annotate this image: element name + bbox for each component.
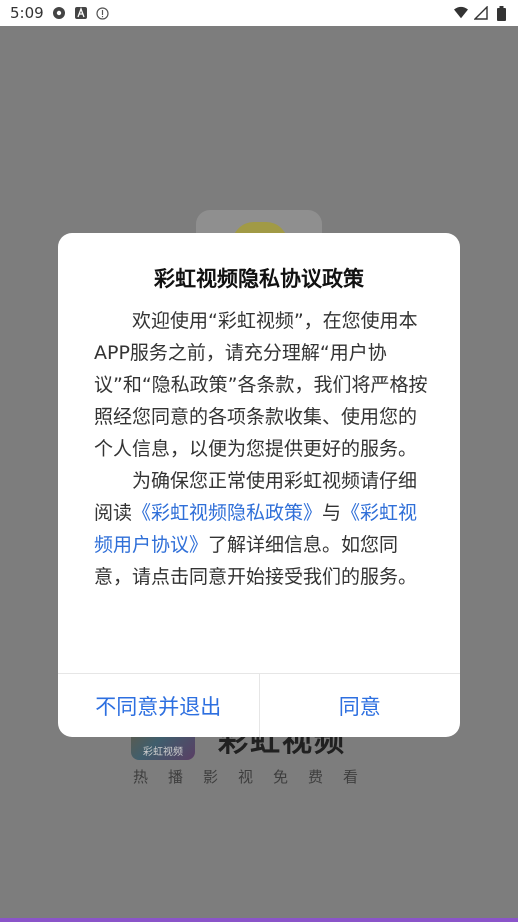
app-slogan: 热播影视免费看 xyxy=(133,768,379,786)
text-a-icon xyxy=(74,6,88,20)
agree-button[interactable]: 同意 xyxy=(260,674,461,737)
dialog-paragraph-links: 为确保您正常使用彩虹视频请仔细阅读《彩虹视频隐私政策》与《彩虹视频用户协议》了解… xyxy=(94,465,434,593)
privacy-dialog: 彩虹视频隐私协议政策 欢迎使用“彩虹视频”，在您使用本APP服务之前，请充分理解… xyxy=(58,233,460,737)
dialog-title: 彩虹视频隐私协议政策 xyxy=(154,267,364,291)
privacy-policy-link[interactable]: 《彩虹视频隐私政策》 xyxy=(132,502,322,524)
signal-icon xyxy=(474,6,488,20)
disagree-exit-button[interactable]: 不同意并退出 xyxy=(58,674,260,737)
and-text: 与 xyxy=(322,502,342,524)
status-bar: 5:09 xyxy=(0,0,518,26)
dialog-body: 欢迎使用“彩虹视频”，在您使用本APP服务之前，请充分理解“用户协议”和“隐私政… xyxy=(94,305,434,593)
wifi-icon xyxy=(454,6,468,20)
battery-icon xyxy=(494,5,508,21)
info-icon xyxy=(96,6,110,20)
status-time: 5:09 xyxy=(10,4,44,22)
settings-icon xyxy=(52,6,66,20)
bottom-accent-bar xyxy=(0,918,518,922)
dialog-button-row: 不同意并退出 同意 xyxy=(58,673,460,737)
dialog-paragraph-intro: 欢迎使用“彩虹视频”，在您使用本APP服务之前，请充分理解“用户协议”和“隐私政… xyxy=(94,310,428,460)
app-logo-label: 彩虹视频 xyxy=(143,747,183,758)
